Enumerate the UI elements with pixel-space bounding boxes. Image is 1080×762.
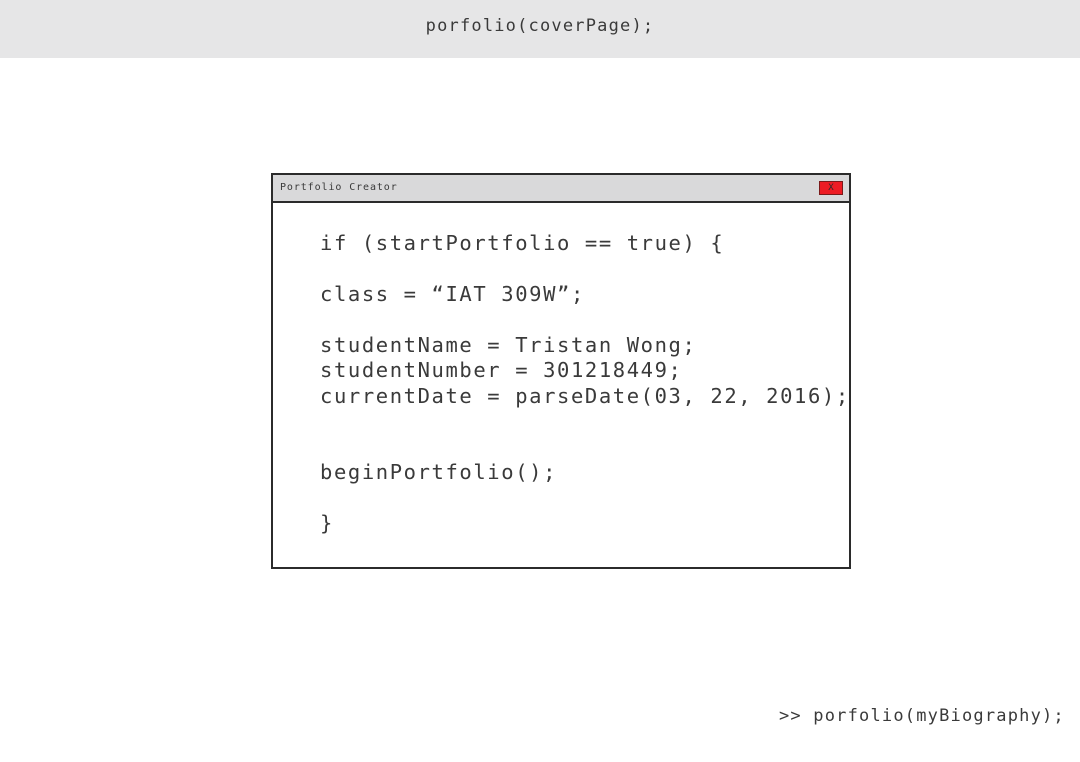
code-line: studentName = Tristan Wong; bbox=[320, 333, 697, 357]
header-bar: porfolio(coverPage); bbox=[0, 0, 1080, 58]
portfolio-creator-window: Portfolio Creator X if (startPortfolio =… bbox=[271, 173, 851, 569]
code-line: } bbox=[320, 511, 334, 535]
window-titlebar[interactable]: Portfolio Creator X bbox=[273, 175, 849, 203]
code-line: studentNumber = 301218449; bbox=[320, 358, 683, 382]
window-title: Portfolio Creator bbox=[280, 182, 398, 193]
next-page-link[interactable]: >> porfolio(myBiography); bbox=[779, 706, 1065, 726]
code-line: currentDate = parseDate(03, 22, 2016); bbox=[320, 384, 850, 408]
page-title: porfolio(coverPage); bbox=[425, 16, 655, 36]
code-line: class = “IAT 309W”; bbox=[320, 282, 585, 306]
code-line: if (startPortfolio == true) { bbox=[320, 231, 725, 255]
code-line: beginPortfolio(); bbox=[320, 460, 558, 484]
close-button[interactable]: X bbox=[819, 181, 843, 195]
